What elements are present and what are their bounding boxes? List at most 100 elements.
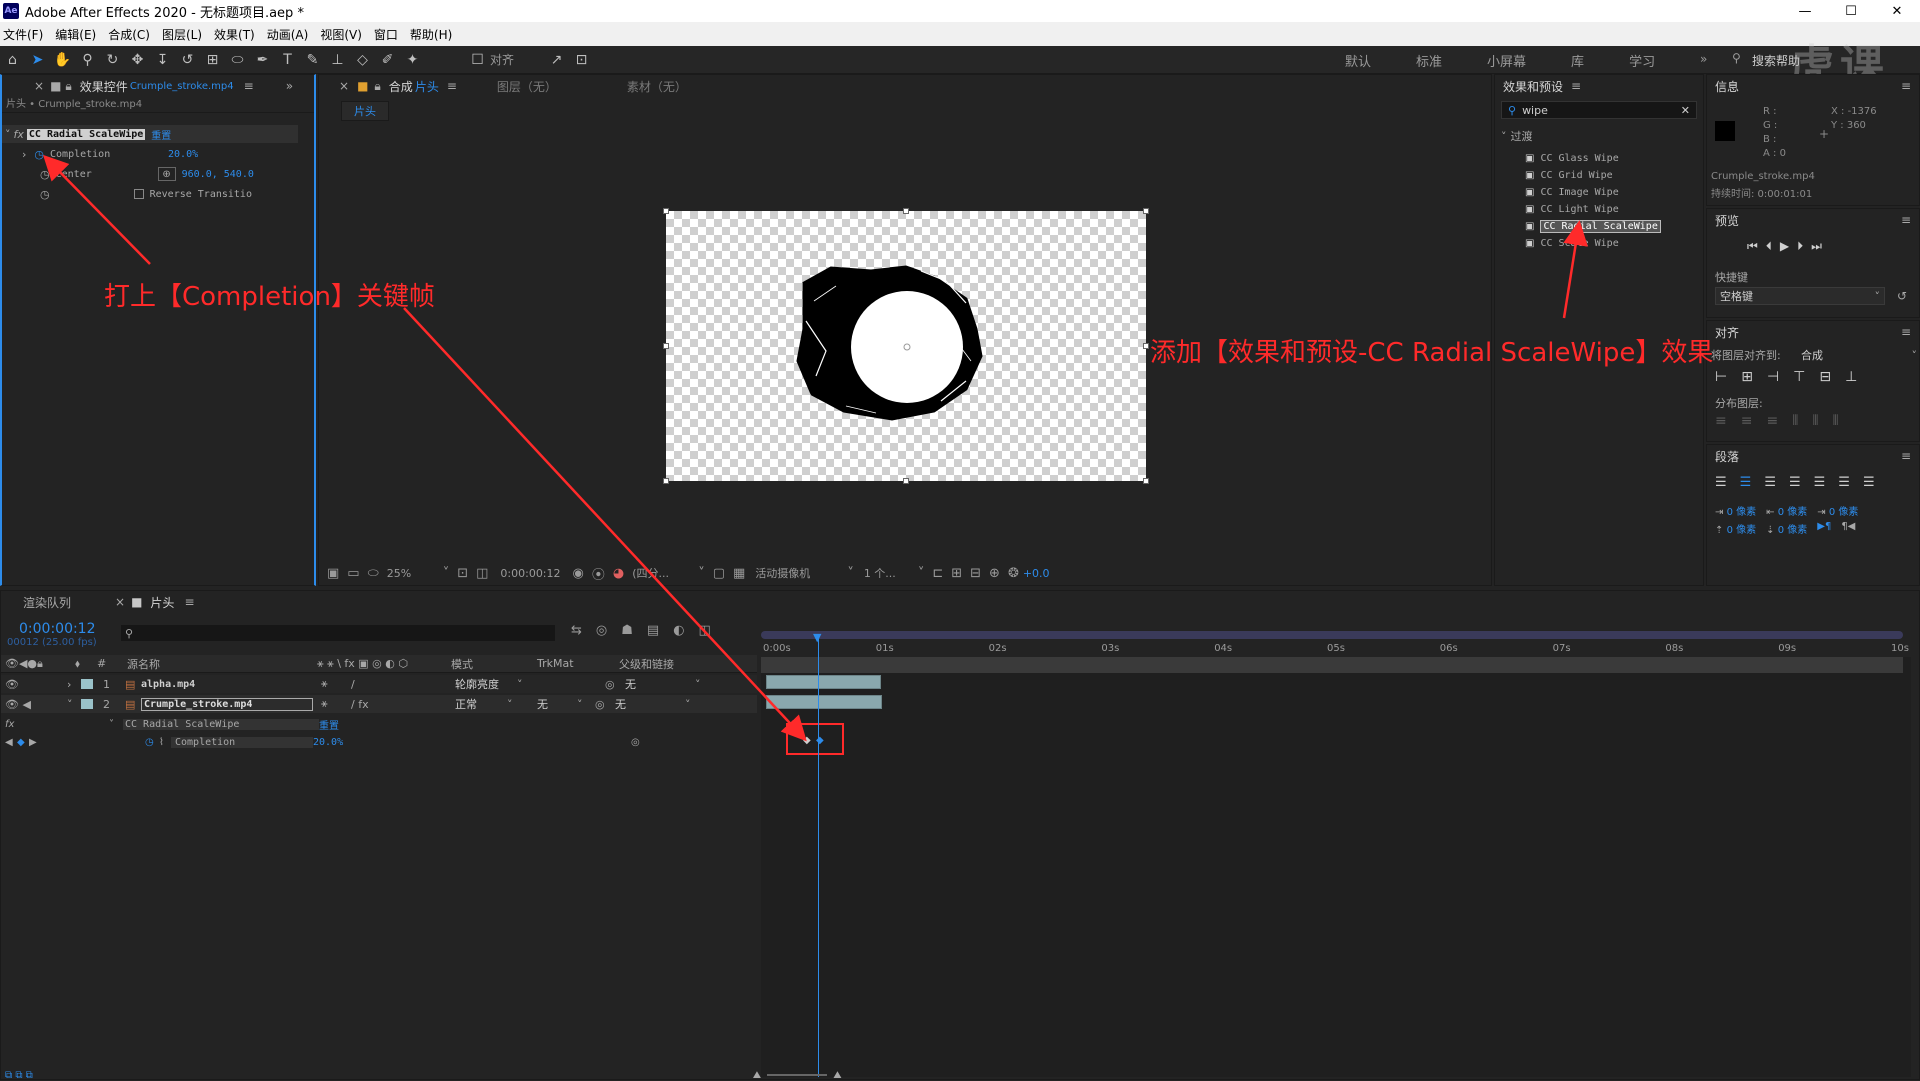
render-queue-tab[interactable]: 渲染队列	[23, 594, 71, 611]
space-after-text[interactable]: 0 像素	[1778, 525, 1808, 536]
resize-handle[interactable]	[663, 343, 669, 349]
menu-file[interactable]: 文件(F)	[2, 26, 52, 43]
space-before-value[interactable]: ⇡ 0 像素	[1715, 521, 1756, 536]
first-frame-icon[interactable]: ⏮	[1747, 239, 1758, 254]
chevron-down-icon[interactable]: ˅	[1912, 349, 1918, 362]
chevron-down-icon[interactable]: ˅	[918, 566, 925, 581]
panel-options-icon[interactable]: ≡	[447, 79, 457, 93]
zoom-tool-icon[interactable]: ⚲	[75, 48, 100, 72]
next-frame-icon[interactable]: ⏵	[1797, 239, 1803, 254]
align-right-icon[interactable]: ⊣	[1767, 369, 1779, 385]
timeline-icon[interactable]: ⊟	[970, 566, 981, 581]
align-top-icon[interactable]: ⊤	[1793, 369, 1805, 385]
parent-select[interactable]: 无	[615, 696, 685, 712]
layer-name[interactable]: alpha.mp4	[141, 679, 321, 690]
hand-tool-icon[interactable]: ✋	[50, 48, 75, 72]
track-area[interactable]: ◆ ◆ ▼	[761, 631, 1911, 1077]
composition-tab-prefix[interactable]: 合成	[389, 78, 413, 95]
twirl-icon[interactable]: ›	[22, 148, 26, 161]
chevron-down-icon[interactable]: ˅	[847, 566, 854, 581]
effect-preset-item[interactable]: ▣ CC Glass Wipe	[1495, 149, 1703, 167]
effect-preset-item[interactable]: ▣ CC Image Wipe	[1495, 183, 1703, 201]
lock-icon[interactable]: 🔒︎	[374, 79, 380, 94]
brush-tool-icon[interactable]: ✎	[300, 48, 325, 72]
effect-row[interactable]: fx ˅ CC Radial ScaleWipe 重置	[1, 715, 757, 733]
comp-canvas[interactable]	[666, 211, 1146, 481]
chevron-down-icon[interactable]: ˅	[695, 678, 701, 691]
panel-options-icon[interactable]: ≡	[1571, 79, 1581, 93]
rotate-tool-icon[interactable]: ↺	[175, 48, 200, 72]
align-left-icon[interactable]: ⊢	[1715, 369, 1727, 385]
toggle-pixel-icon[interactable]: ⊏	[932, 566, 943, 581]
align-hcenter-icon[interactable]: ⊞	[1741, 369, 1753, 385]
justify-right-icon[interactable]: ☰	[1838, 475, 1850, 490]
distribute-hcenter-icon[interactable]: ⦀	[1812, 413, 1818, 429]
current-time[interactable]: 0:00:00:12	[500, 567, 560, 580]
panel-expand-icon[interactable]: »	[286, 79, 293, 93]
playhead-line[interactable]	[818, 639, 819, 1077]
stopwatch-icon[interactable]: ◷	[34, 148, 44, 161]
layer-row-2[interactable]: 👁︎ ◀︎ ˅ 2 ▤ Crumple_stroke.mp4 ⚹ / fx 正常…	[1, 695, 757, 713]
resize-handle[interactable]	[1143, 478, 1149, 484]
resize-handle[interactable]	[903, 208, 909, 214]
space-before-text[interactable]: 0 像素	[1727, 525, 1757, 536]
pan-behind-tool-icon[interactable]: ⊞	[200, 48, 225, 72]
indent-right-value[interactable]: ⇥ 0 像素	[1817, 503, 1858, 518]
home-icon[interactable]: ⌂	[0, 48, 25, 72]
menu-layer[interactable]: 图层(L)	[161, 26, 211, 43]
frame-blending-icon[interactable]: ▤	[647, 623, 659, 638]
ellipse-tool-icon[interactable]: ⬭	[225, 48, 250, 72]
layer-name[interactable]: Crumple_stroke.mp4	[141, 697, 313, 711]
shy-switch-icon[interactable]: ⚹	[321, 697, 351, 711]
center-prop-value[interactable]: 960.0, 540.0	[182, 169, 254, 180]
pen-tool-icon[interactable]: ✒	[250, 48, 275, 72]
color-channel-icon[interactable]: ◕	[613, 566, 624, 581]
zoom-slider[interactable]	[767, 1074, 828, 1076]
align-checkbox-icon[interactable]: ☐	[465, 48, 490, 72]
effect-preset-label[interactable]: CC Glass Wipe	[1540, 153, 1618, 164]
fx-switch-icon[interactable]: / fx	[351, 698, 455, 711]
region-preview-icon[interactable]: ▣	[327, 566, 339, 581]
snap-options-icon[interactable]: ⊡	[569, 48, 594, 72]
roto-brush-tool-icon[interactable]: ✐	[375, 48, 400, 72]
draft-3d-icon[interactable]: ◎	[596, 623, 607, 638]
panel-options-icon[interactable]: ≡	[184, 595, 194, 609]
align-text-left-icon[interactable]: ☰	[1715, 475, 1727, 490]
layer-mode-select[interactable]: 正常	[455, 696, 507, 712]
effect-name[interactable]: CC Radial ScaleWipe	[26, 128, 146, 140]
align-bottom-icon[interactable]: ⊥	[1845, 369, 1857, 385]
effects-presets-title[interactable]: 效果和预设	[1503, 78, 1563, 95]
views-select[interactable]: 1 个...	[864, 565, 914, 581]
align-to-value[interactable]: 合成	[1801, 347, 1912, 363]
category-label[interactable]: 过渡	[1511, 128, 1533, 144]
chevron-down-icon[interactable]: ˅	[698, 566, 705, 581]
label-color[interactable]	[81, 699, 93, 709]
crosshair-icon[interactable]: ⊕	[157, 167, 176, 181]
effect-twirl-icon[interactable]: ˅	[5, 128, 11, 141]
graph-icon[interactable]: ⌇	[159, 737, 171, 748]
camera-select[interactable]: 活动摄像机	[755, 565, 843, 581]
search-help-icon[interactable]: ⚲	[1732, 51, 1741, 65]
panel-options-icon[interactable]: ≡	[1901, 79, 1911, 93]
zoom-value[interactable]: 25%	[387, 567, 439, 580]
transparency-grid-icon[interactable]: ▦	[733, 566, 745, 581]
distribute-bottom-icon[interactable]: ≡	[1766, 413, 1778, 429]
last-frame-icon[interactable]: ⏭	[1811, 239, 1822, 254]
grid-icon[interactable]: ◫	[476, 566, 488, 581]
prev-keyframe-icon[interactable]: ◀	[5, 737, 17, 748]
effect-preset-label[interactable]: CC Image Wipe	[1540, 187, 1618, 198]
roi-icon[interactable]: ▢	[713, 566, 725, 581]
orbit-tool-icon[interactable]: ↻	[100, 48, 125, 72]
expression-pickwhip-icon[interactable]: ◎	[631, 737, 640, 748]
layer-viewer-tab[interactable]: 图层（无）	[497, 78, 557, 95]
chevron-down-icon[interactable]: ˅	[443, 566, 450, 581]
indent-first-value[interactable]: ⇤ 0 像素	[1766, 503, 1807, 518]
next-keyframe-icon[interactable]: ▶	[29, 737, 145, 748]
layer-bar-2[interactable]	[766, 695, 882, 709]
effect-controls-tab-label[interactable]: 效果控件	[80, 78, 128, 95]
justify-all-icon[interactable]: ☰	[1863, 475, 1875, 490]
close-tab-icon[interactable]: ×	[339, 79, 349, 93]
rtl-icon[interactable]: ¶◀	[1841, 521, 1855, 536]
distribute-right-icon[interactable]: ⦀	[1833, 413, 1839, 429]
resize-handle[interactable]	[1143, 343, 1149, 349]
